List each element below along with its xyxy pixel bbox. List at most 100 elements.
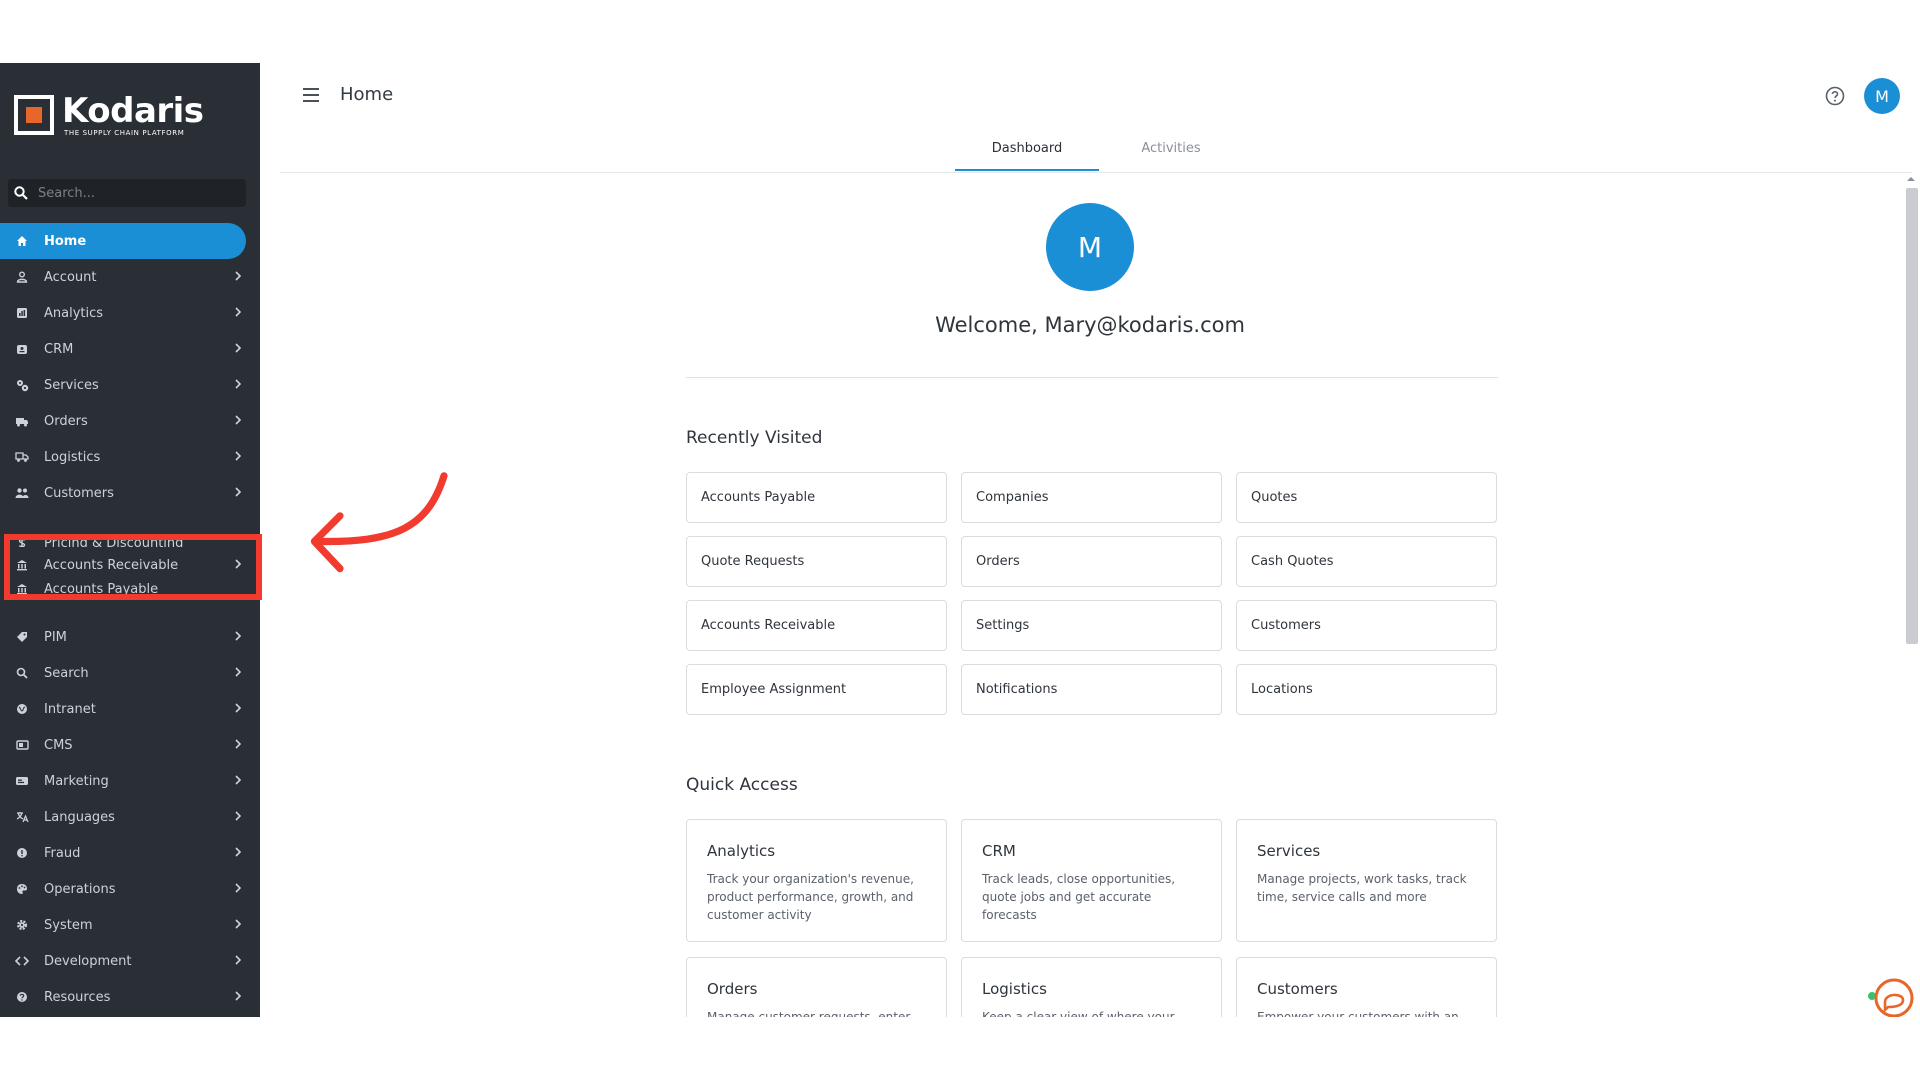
sidebar-item-home[interactable]: Home — [0, 223, 246, 259]
sidebar-item-languages[interactable]: Languages — [0, 799, 260, 835]
recent-item[interactable]: Cash Quotes — [1236, 536, 1497, 587]
recent-item[interactable]: Accounts Payable — [686, 472, 947, 523]
sidebar-item-orders[interactable]: Orders — [0, 403, 260, 439]
quick-access-card-analytics[interactable]: Analytics Track your organization's reve… — [686, 819, 947, 942]
sidebar-item-customers[interactable]: Customers — [0, 475, 260, 511]
card-icon — [14, 773, 30, 789]
sidebar-item-label: Operations — [44, 881, 116, 897]
sidebar-item-search[interactable]: Search — [0, 655, 260, 691]
scroll-up-arrow-icon[interactable] — [1905, 175, 1917, 183]
sidebar-item-label: System — [44, 917, 93, 933]
sidebar-item-pim[interactable]: PIM — [0, 619, 260, 655]
recent-item[interactable]: Notifications — [961, 664, 1222, 715]
sidebar-item-label: CRM — [44, 341, 74, 357]
sidebar-item-label: Analytics — [44, 305, 104, 321]
people-icon — [14, 485, 30, 501]
gears-icon — [14, 377, 30, 393]
tab-activities[interactable]: Activities — [1099, 141, 1243, 156]
chevron-right-icon — [235, 739, 242, 749]
sidebar-item-label: CMS — [44, 737, 73, 753]
quick-access-card-desc: Manage projects, work tasks, track time,… — [1257, 872, 1467, 904]
sidebar: Kodaris THE SUPPLY CHAIN PLATFORM Home A… — [0, 63, 260, 1017]
sidebar-item-services[interactable]: Services — [0, 367, 260, 403]
quick-access-card-title: Analytics — [707, 842, 776, 860]
sidebar-item-accounts-payable[interactable]: Accounts Payable — [0, 583, 260, 619]
quick-access-card-title: Services — [1257, 842, 1321, 860]
scrollbar-thumb[interactable] — [1906, 188, 1918, 644]
quick-access-card-desc: Track leads, close opportunities, quote … — [982, 872, 1176, 922]
page-title: Home — [340, 84, 394, 105]
annotation-arrow-icon — [310, 472, 448, 573]
quick-access-card-desc: Empower your customers with an — [1257, 1010, 1459, 1017]
tabs-divider — [280, 172, 1912, 173]
sidebar-item-intranet[interactable]: Intranet — [0, 691, 260, 727]
sidebar-item-label: Customers — [44, 485, 114, 501]
chevron-right-icon — [235, 919, 242, 929]
sidebar-item-system[interactable]: System — [0, 907, 260, 943]
chevron-right-icon — [235, 487, 242, 497]
dollar-icon — [14, 535, 30, 547]
recent-item[interactable]: Accounts Receivable — [686, 600, 947, 651]
palette-icon — [14, 881, 30, 897]
chevron-right-icon — [235, 379, 242, 389]
sidebar-item-fraud[interactable]: Fraud — [0, 835, 260, 871]
chat-bubble-icon[interactable] — [1872, 976, 1916, 1017]
logo-mark-icon — [14, 95, 54, 135]
sidebar-item-analytics[interactable]: Analytics — [0, 295, 260, 331]
recent-item[interactable]: Settings — [961, 600, 1222, 651]
sidebar-item-development[interactable]: Development — [0, 943, 260, 979]
briefcase-icon — [14, 341, 30, 357]
sidebar-item-accounts-receivable[interactable]: Accounts Receivable — [0, 547, 260, 583]
gear-icon — [14, 917, 30, 933]
quick-access-card-crm[interactable]: CRM Track leads, close opportunities, qu… — [961, 819, 1222, 942]
recent-item[interactable]: Locations — [1236, 664, 1497, 715]
recent-item[interactable]: Orders — [961, 536, 1222, 587]
sidebar-item-marketing[interactable]: Marketing — [0, 763, 260, 799]
bank-icon — [14, 557, 30, 573]
sidebar-item-pricing-discounting[interactable]: Pricing & Discounting — [0, 511, 260, 547]
sidebar-item-label: Home — [44, 233, 87, 249]
chevron-right-icon — [235, 667, 242, 677]
globe-icon — [14, 701, 30, 717]
sidebar-item-label: Resources — [44, 989, 111, 1005]
sidebar-search — [8, 179, 246, 207]
quick-access-card-services[interactable]: Services Manage projects, work tasks, tr… — [1236, 819, 1497, 942]
sidebar-item-crm[interactable]: CRM — [0, 331, 260, 367]
quick-access-card-logistics[interactable]: Logistics Keep a clear view of where you… — [961, 957, 1222, 1017]
quick-access-card-customers[interactable]: Customers Empower your customers with an — [1236, 957, 1497, 1017]
recent-item[interactable]: Quotes — [1236, 472, 1497, 523]
chevron-right-icon — [235, 883, 242, 893]
sidebar-item-label: Accounts Payable — [44, 583, 159, 597]
sidebar-item-logistics[interactable]: Logistics — [0, 439, 260, 475]
kodaris-logo[interactable]: Kodaris THE SUPPLY CHAIN PLATFORM — [14, 93, 244, 137]
app-window: Kodaris THE SUPPLY CHAIN PLATFORM Home A… — [0, 63, 1920, 1017]
chevron-right-icon — [235, 559, 242, 569]
sidebar-item-operations[interactable]: Operations — [0, 871, 260, 907]
sidebar-item-label: Pricing & Discounting — [44, 535, 184, 548]
recent-item[interactable]: Companies — [961, 472, 1222, 523]
sidebar-search-input[interactable] — [38, 185, 228, 201]
quick-access-card-orders[interactable]: Orders Manage customer requests, enter — [686, 957, 947, 1017]
help-icon — [14, 989, 30, 1005]
help-icon[interactable] — [1824, 85, 1846, 107]
chevron-right-icon — [235, 811, 242, 821]
sidebar-item-label: Accounts Receivable — [44, 557, 179, 573]
hamburger-menu-icon[interactable] — [302, 87, 322, 103]
user-avatar[interactable]: M — [1864, 78, 1900, 114]
sidebar-item-cms[interactable]: CMS — [0, 727, 260, 763]
code-icon — [14, 953, 30, 969]
quick-access-card-desc: Track your organization's revenue, produ… — [707, 872, 914, 922]
person-icon — [14, 269, 30, 285]
quick-access-card-title: Logistics — [982, 980, 1047, 998]
sidebar-item-label: Development — [44, 953, 132, 969]
sidebar-item-account[interactable]: Account — [0, 259, 260, 295]
recent-item[interactable]: Quote Requests — [686, 536, 947, 587]
sidebar-item-resources[interactable]: Resources — [0, 979, 260, 1015]
chevron-right-icon — [235, 991, 242, 1001]
tab-dashboard[interactable]: Dashboard — [955, 141, 1099, 156]
recent-item[interactable]: Employee Assignment — [686, 664, 947, 715]
truck-icon — [14, 413, 30, 429]
search-icon — [14, 186, 28, 200]
recent-item[interactable]: Customers — [1236, 600, 1497, 651]
quick-access-card-title: CRM — [982, 842, 1016, 860]
